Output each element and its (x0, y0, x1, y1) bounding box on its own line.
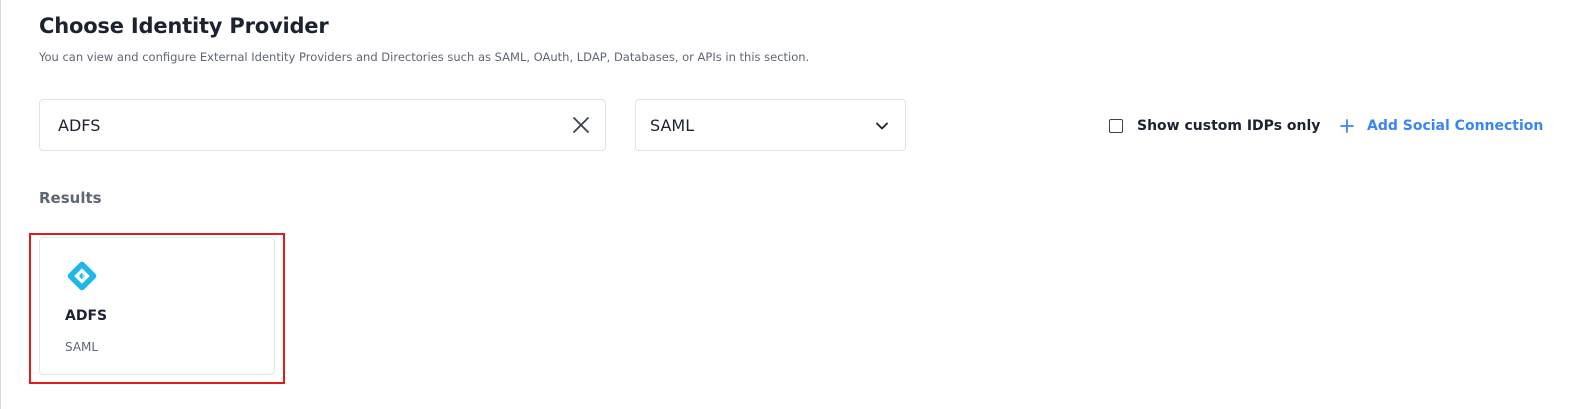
add-social-connection-button[interactable]: Add Social Connection (1340, 116, 1543, 136)
show-custom-idps-checkbox[interactable] (1109, 119, 1123, 133)
plus-icon (1340, 119, 1354, 133)
idp-card-adfs[interactable]: ADFS SAML (39, 237, 275, 375)
adfs-logo-icon (67, 261, 97, 291)
close-icon (573, 117, 589, 133)
idp-card-name: ADFS (65, 308, 108, 324)
idp-card-protocol: SAML (65, 340, 99, 354)
results-heading: Results (39, 189, 102, 207)
add-social-connection-label: Add Social Connection (1367, 118, 1544, 134)
show-custom-idps-label: Show custom IDPs only (1137, 118, 1321, 134)
page-subtitle: You can view and configure External Iden… (39, 50, 810, 64)
left-divider (0, 0, 1, 409)
protocol-select-value: SAML (650, 116, 695, 135)
show-custom-idps-toggle[interactable]: Show custom IDPs only (1109, 116, 1320, 136)
protocol-select[interactable]: SAML (635, 99, 906, 151)
search-input[interactable] (58, 100, 538, 150)
chevron-down-icon (876, 122, 888, 130)
clear-search-button[interactable] (571, 115, 591, 135)
page-title: Choose Identity Provider (39, 14, 329, 38)
search-field (39, 99, 606, 151)
